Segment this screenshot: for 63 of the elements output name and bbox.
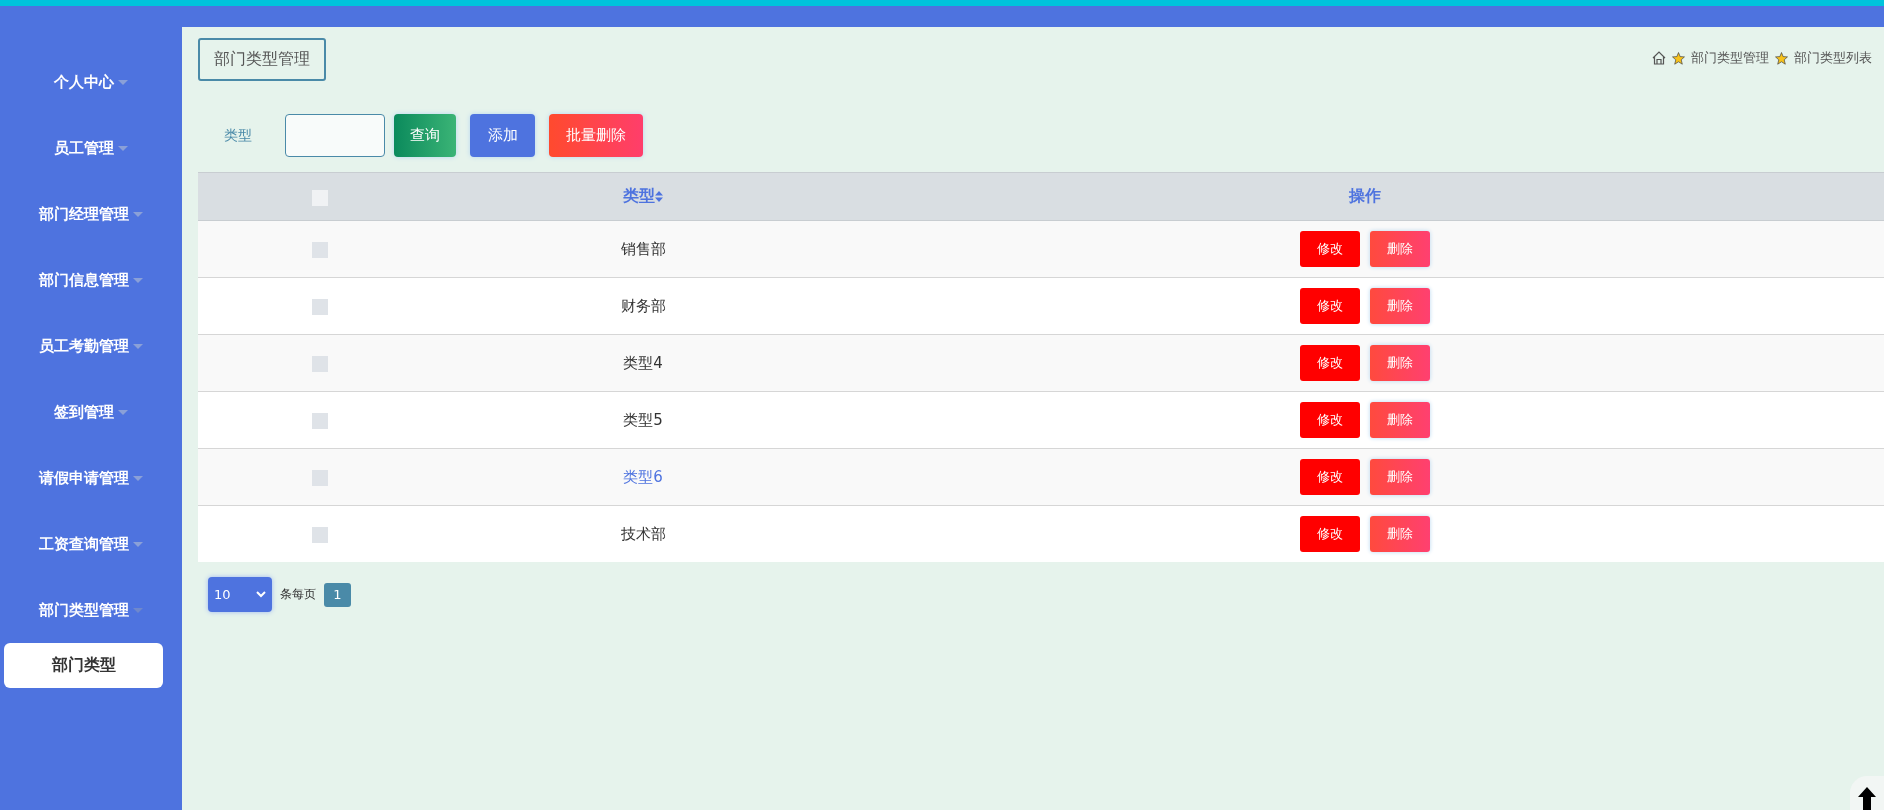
row-checkbox[interactable] xyxy=(312,355,328,372)
sort-icon xyxy=(655,191,663,202)
sidebar-menu-item[interactable]: 部门类型管理 xyxy=(35,594,147,626)
batch-delete-button[interactable]: 批量删除 xyxy=(549,114,643,157)
caret-icon xyxy=(118,145,128,151)
edit-button[interactable]: 修改 xyxy=(1299,516,1360,552)
caret-icon xyxy=(133,475,143,481)
page-size-select[interactable]: 10 xyxy=(208,577,272,612)
row-checkbox[interactable] xyxy=(312,526,328,543)
add-button[interactable]: 添加 xyxy=(470,114,535,157)
sidebar-menu-item[interactable]: 工资查询管理 xyxy=(35,528,147,560)
search-label: 类型 xyxy=(224,126,252,145)
type-cell: 类型6 xyxy=(623,467,663,486)
home-icon xyxy=(1652,51,1666,65)
row-checkbox[interactable] xyxy=(312,412,328,429)
sidebar-menu-item[interactable]: 员工管理 xyxy=(50,132,132,164)
type-cell: 销售部 xyxy=(620,239,666,258)
column-header[interactable]: 类型 xyxy=(623,186,663,205)
sidebar-menu-item[interactable]: 部门信息管理 xyxy=(35,264,147,296)
edit-button[interactable]: 修改 xyxy=(1299,231,1360,267)
caret-icon xyxy=(118,409,128,415)
star-icon xyxy=(1672,51,1685,65)
edit-button[interactable]: 修改 xyxy=(1299,459,1360,495)
sidebar-submenu-item[interactable]: 部门类型 xyxy=(4,643,163,688)
row-checkbox[interactable] xyxy=(312,469,328,486)
delete-button[interactable]: 删除 xyxy=(1369,288,1430,324)
edit-button[interactable]: 修改 xyxy=(1299,402,1360,438)
row-checkbox[interactable] xyxy=(312,298,328,315)
delete-button[interactable]: 删除 xyxy=(1369,345,1430,381)
chevron-down-icon xyxy=(256,591,266,598)
up-arrow-icon xyxy=(1857,786,1877,810)
sidebar-menu-item[interactable]: 请假申请管理 xyxy=(35,462,147,494)
edit-button[interactable]: 修改 xyxy=(1299,288,1360,324)
type-search-field[interactable] xyxy=(285,114,385,157)
breadcrumb-link[interactable]: 部门类型列表 xyxy=(1794,49,1872,67)
caret-icon xyxy=(118,79,128,85)
search-button[interactable]: 查询 xyxy=(394,114,456,157)
type-cell: 财务部 xyxy=(620,296,666,315)
row-checkbox[interactable] xyxy=(312,241,328,258)
delete-button[interactable]: 删除 xyxy=(1369,516,1430,552)
sidebar-menu-item[interactable]: 员工考勤管理 xyxy=(35,330,147,362)
per-page-label: 条每页 xyxy=(280,586,316,603)
back-to-top-button[interactable] xyxy=(1850,776,1884,810)
caret-icon xyxy=(133,343,143,349)
caret-icon xyxy=(133,277,143,283)
breadcrumb-link[interactable]: 部门类型管理 xyxy=(1691,49,1769,67)
sidebar-menu-item[interactable]: 个人中心 xyxy=(50,66,132,98)
type-cell: 类型4 xyxy=(623,353,663,372)
caret-icon xyxy=(133,607,143,613)
type-cell: 技术部 xyxy=(620,524,666,543)
star-icon xyxy=(1775,51,1788,65)
type-cell: 类型5 xyxy=(623,410,663,429)
delete-button[interactable]: 删除 xyxy=(1369,402,1430,438)
sidebar-menu-item[interactable]: 部门经理管理 xyxy=(35,198,147,230)
page-button[interactable]: 1 xyxy=(324,582,351,607)
page-title: 部门类型管理 xyxy=(198,38,326,81)
caret-icon xyxy=(133,541,143,547)
caret-icon xyxy=(133,211,143,217)
delete-button[interactable]: 删除 xyxy=(1369,459,1430,495)
delete-button[interactable]: 删除 xyxy=(1369,231,1430,267)
column-header: 操作 xyxy=(1348,186,1381,205)
edit-button[interactable]: 修改 xyxy=(1299,345,1360,381)
sidebar-menu-item[interactable]: 签到管理 xyxy=(50,396,132,428)
